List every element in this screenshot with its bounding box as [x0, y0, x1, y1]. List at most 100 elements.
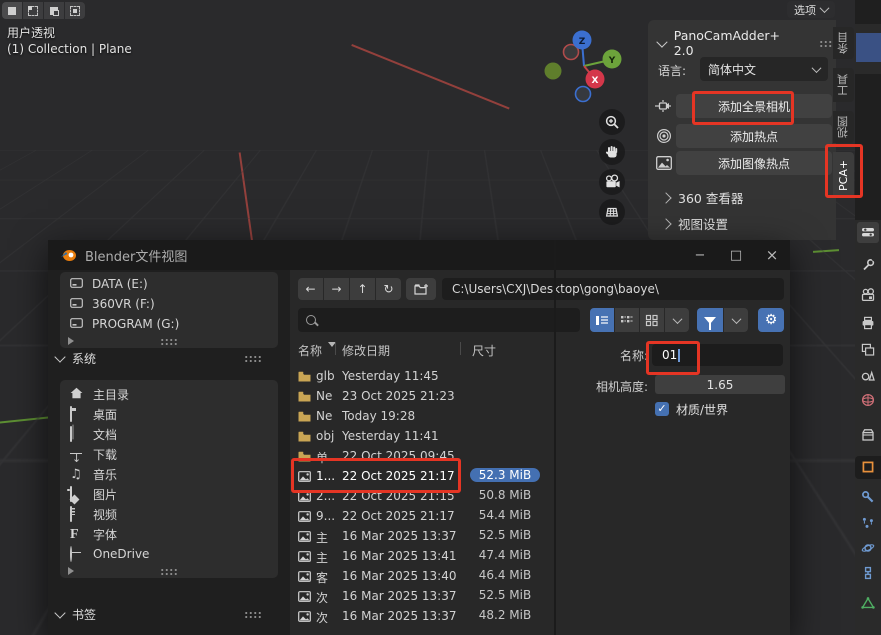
- navigation-gizmo[interactable]: Z Y X: [540, 28, 622, 110]
- object-data-tab[interactable]: [861, 596, 875, 610]
- orthographic-toggle-button[interactable]: [599, 199, 625, 225]
- horizontal-list-view-button[interactable]: [615, 308, 639, 332]
- tab-视图[interactable]: 视图: [833, 111, 854, 143]
- thumbnail-grid-icon: [645, 314, 659, 327]
- pca-action-button[interactable]: 添加全景相机: [676, 94, 832, 118]
- pca-action-button[interactable]: 添加热点: [676, 124, 832, 148]
- tab-条目[interactable]: 条目: [833, 27, 854, 59]
- tab-工具[interactable]: 工具: [833, 68, 854, 102]
- close-button[interactable]: ×: [754, 240, 790, 270]
- blender-window: 用户透视 (1) Collection | Plane 选项 Z Y X: [0, 0, 881, 635]
- thumbnail-view-button[interactable]: [640, 308, 664, 332]
- file-name: Ne: [316, 389, 332, 403]
- axis-negz-handle: [576, 87, 591, 102]
- system-item[interactable]: 桌面: [60, 404, 278, 424]
- collection-tab[interactable]: [861, 428, 875, 442]
- file-row[interactable]: Ne23 Oct 2025 21:23: [292, 387, 552, 407]
- material-world-checkbox[interactable]: [655, 402, 669, 416]
- file-row[interactable]: objYesterday 11:41: [292, 427, 552, 447]
- extend-selection-icon[interactable]: [23, 2, 43, 19]
- world-tab[interactable]: [861, 393, 875, 407]
- name-input[interactable]: 01: [652, 344, 783, 366]
- file-row[interactable]: 客16 Mar 2025 13:4046.4 MiB: [292, 567, 552, 587]
- display-mode-dropdown[interactable]: [665, 308, 689, 332]
- volume-item[interactable]: DATA (E:): [60, 274, 278, 294]
- image-file-icon: [298, 551, 311, 565]
- collapsed-section-header[interactable]: 360 查看器: [662, 188, 743, 207]
- file-list: glbYesterday 11:45Ne23 Oct 2025 21:23NeT…: [292, 240, 556, 635]
- maximize-button[interactable]: □: [718, 240, 754, 270]
- system-item[interactable]: OneDrive: [60, 544, 278, 564]
- subtract-selection-icon[interactable]: [44, 2, 64, 19]
- constraints-tab[interactable]: [861, 566, 875, 580]
- system-item[interactable]: 文档: [60, 424, 278, 444]
- axis-negy-handle: [545, 63, 562, 80]
- pca-action-button[interactable]: 添加图像热点: [676, 151, 832, 175]
- output-tab[interactable]: [861, 316, 875, 330]
- system-item[interactable]: 主目录: [60, 384, 278, 404]
- section-label: 视图设置: [678, 214, 728, 233]
- system-expander[interactable]: [60, 564, 278, 578]
- invert-selection-icon[interactable]: [65, 2, 85, 19]
- minimize-button[interactable]: −: [682, 240, 718, 270]
- system-item[interactable]: ♫音乐: [60, 464, 278, 484]
- file-row[interactable]: 2...22 Oct 2025 21:1550.8 MiB: [292, 487, 552, 507]
- render-tab[interactable]: [861, 288, 875, 302]
- options-dropdown[interactable]: 选项: [787, 1, 835, 18]
- volumes-expander[interactable]: [60, 334, 278, 348]
- file-row[interactable]: 主16 Mar 2025 13:4147.4 MiB: [292, 547, 552, 567]
- file-name: 1...: [316, 469, 335, 483]
- new-selection-icon[interactable]: [2, 2, 22, 19]
- gear-icon: ⚙: [765, 312, 778, 328]
- system-item[interactable]: 视频: [60, 504, 278, 524]
- object-tab[interactable]: [861, 460, 875, 474]
- system-item[interactable]: F字体: [60, 524, 278, 544]
- particles-tab[interactable]: [861, 516, 875, 530]
- file-settings-button[interactable]: ⚙: [758, 308, 784, 332]
- volume-item[interactable]: PROGRAM (G:): [60, 314, 278, 334]
- vertical-list-view-button[interactable]: [590, 308, 614, 332]
- chevron-down-icon: [812, 63, 822, 73]
- file-row[interactable]: 1...22 Oct 2025 21:1752.3 MiB: [292, 467, 552, 487]
- filter-options-dropdown[interactable]: [724, 308, 748, 332]
- zoom-button[interactable]: [599, 109, 625, 135]
- file-row[interactable]: NeToday 19:28: [292, 407, 552, 427]
- disk-icon: [70, 277, 83, 291]
- file-row[interactable]: 单22 Oct 2025 09:45: [292, 447, 552, 467]
- dialog-title: Blender文件视图: [85, 246, 187, 265]
- scene-tab[interactable]: [861, 368, 875, 382]
- file-row[interactable]: 次16 Mar 2025 13:3752.5 MiB: [292, 587, 552, 607]
- system-item[interactable]: 下载: [60, 444, 278, 464]
- file-row[interactable]: 次16 Mar 2025 13:3748.2 MiB: [292, 607, 552, 627]
- camera-view-button[interactable]: [599, 169, 625, 195]
- language-select[interactable]: 简体中文: [700, 57, 828, 81]
- pan-hand-icon: [604, 144, 620, 160]
- tab-pca+[interactable]: PCA+: [833, 152, 854, 198]
- chevron-down-icon: [54, 351, 65, 362]
- file-size: 48.2 MiB: [470, 608, 540, 622]
- disk-icon: [70, 297, 83, 311]
- bookmarks-section-header[interactable]: 书签: [56, 606, 266, 623]
- view-perspective-label: 用户透视: [7, 24, 55, 41]
- file-row[interactable]: 主16 Mar 2025 13:3752.5 MiB: [292, 527, 552, 547]
- camera-height-field[interactable]: 1.65: [655, 375, 785, 394]
- view-layer-tab[interactable]: [861, 343, 875, 357]
- system-section-header[interactable]: 系统: [56, 350, 266, 367]
- pan-button[interactable]: [599, 139, 625, 165]
- system-item[interactable]: 图片: [60, 484, 278, 504]
- horizontal-list-icon: [620, 314, 634, 327]
- volume-item[interactable]: 360VR (F:): [60, 294, 278, 314]
- modifiers-tab[interactable]: [861, 490, 875, 504]
- editor-type-tab[interactable]: [861, 225, 875, 239]
- tool-tab[interactable]: [861, 258, 875, 272]
- filter-button[interactable]: [697, 308, 723, 332]
- physics-tab[interactable]: [861, 541, 875, 555]
- name-label: 名称:: [588, 347, 648, 364]
- file-row[interactable]: glbYesterday 11:45: [292, 367, 552, 387]
- system-item-label: 音乐: [93, 466, 117, 483]
- file-size: 52.5 MiB: [470, 528, 540, 542]
- section-grip: [244, 355, 262, 362]
- panel-collapse-chevron-icon[interactable]: [656, 36, 667, 47]
- collapsed-section-header[interactable]: 视图设置: [662, 214, 728, 233]
- file-row[interactable]: 9...22 Oct 2025 21:1754.4 MiB: [292, 507, 552, 527]
